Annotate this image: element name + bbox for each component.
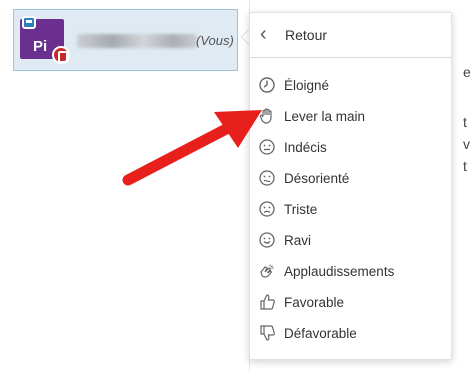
back-button[interactable]: ‹ Retour	[250, 13, 451, 58]
participant-row-self[interactable]: Pi (Vous)	[13, 9, 238, 71]
confused-face-icon	[258, 169, 276, 187]
chevron-left-icon: ‹	[260, 23, 267, 45]
participant-name-redacted	[77, 34, 197, 48]
raised-hand-icon	[258, 107, 276, 125]
avatar[interactable]: Pi	[20, 16, 70, 64]
status-menu: ‹ Retour Éloigné Lever la main Indécis D…	[249, 12, 452, 360]
happy-face-icon	[258, 231, 276, 249]
menu-item-thumbs-down[interactable]: Défavorable	[250, 318, 451, 349]
menu-item-label: Favorable	[284, 295, 345, 310]
menu-item-undecided[interactable]: Indécis	[250, 132, 451, 163]
presenter-icon	[22, 16, 36, 29]
menu-item-label: Défavorable	[284, 326, 357, 341]
thumbs-down-icon	[258, 324, 276, 342]
status-badge	[52, 46, 70, 64]
menu-item-label: Désorienté	[284, 171, 350, 186]
menu-item-away[interactable]: Éloigné	[250, 70, 451, 101]
back-label: Retour	[285, 27, 328, 43]
avatar-initials: Pi	[33, 38, 48, 55]
you-label: (Vous)	[196, 33, 234, 48]
menu-item-sad[interactable]: Triste	[250, 194, 451, 225]
participants-panel: Pi (Vous)	[0, 0, 250, 371]
sad-face-icon	[258, 200, 276, 218]
menu-item-raise-hand[interactable]: Lever la main	[250, 101, 451, 132]
menu-item-thumbs-up[interactable]: Favorable	[250, 287, 451, 318]
menu-item-label: Éloigné	[284, 78, 330, 93]
neutral-face-icon	[258, 138, 276, 156]
thumbs-up-icon	[258, 293, 276, 311]
menu-item-label: Triste	[284, 202, 318, 217]
clapping-hands-icon	[258, 262, 276, 280]
menu-item-label: Indécis	[284, 140, 327, 155]
background-content-fragment: e t v t	[463, 64, 471, 174]
menu-item-label: Applaudissements	[284, 264, 395, 279]
menu-item-applause[interactable]: Applaudissements	[250, 256, 451, 287]
clock-icon	[258, 76, 276, 94]
menu-item-label: Lever la main	[284, 109, 366, 124]
menu-item-happy[interactable]: Ravi	[250, 225, 451, 256]
menu-item-label: Ravi	[284, 233, 312, 248]
menu-item-confused[interactable]: Désorienté	[250, 163, 451, 194]
